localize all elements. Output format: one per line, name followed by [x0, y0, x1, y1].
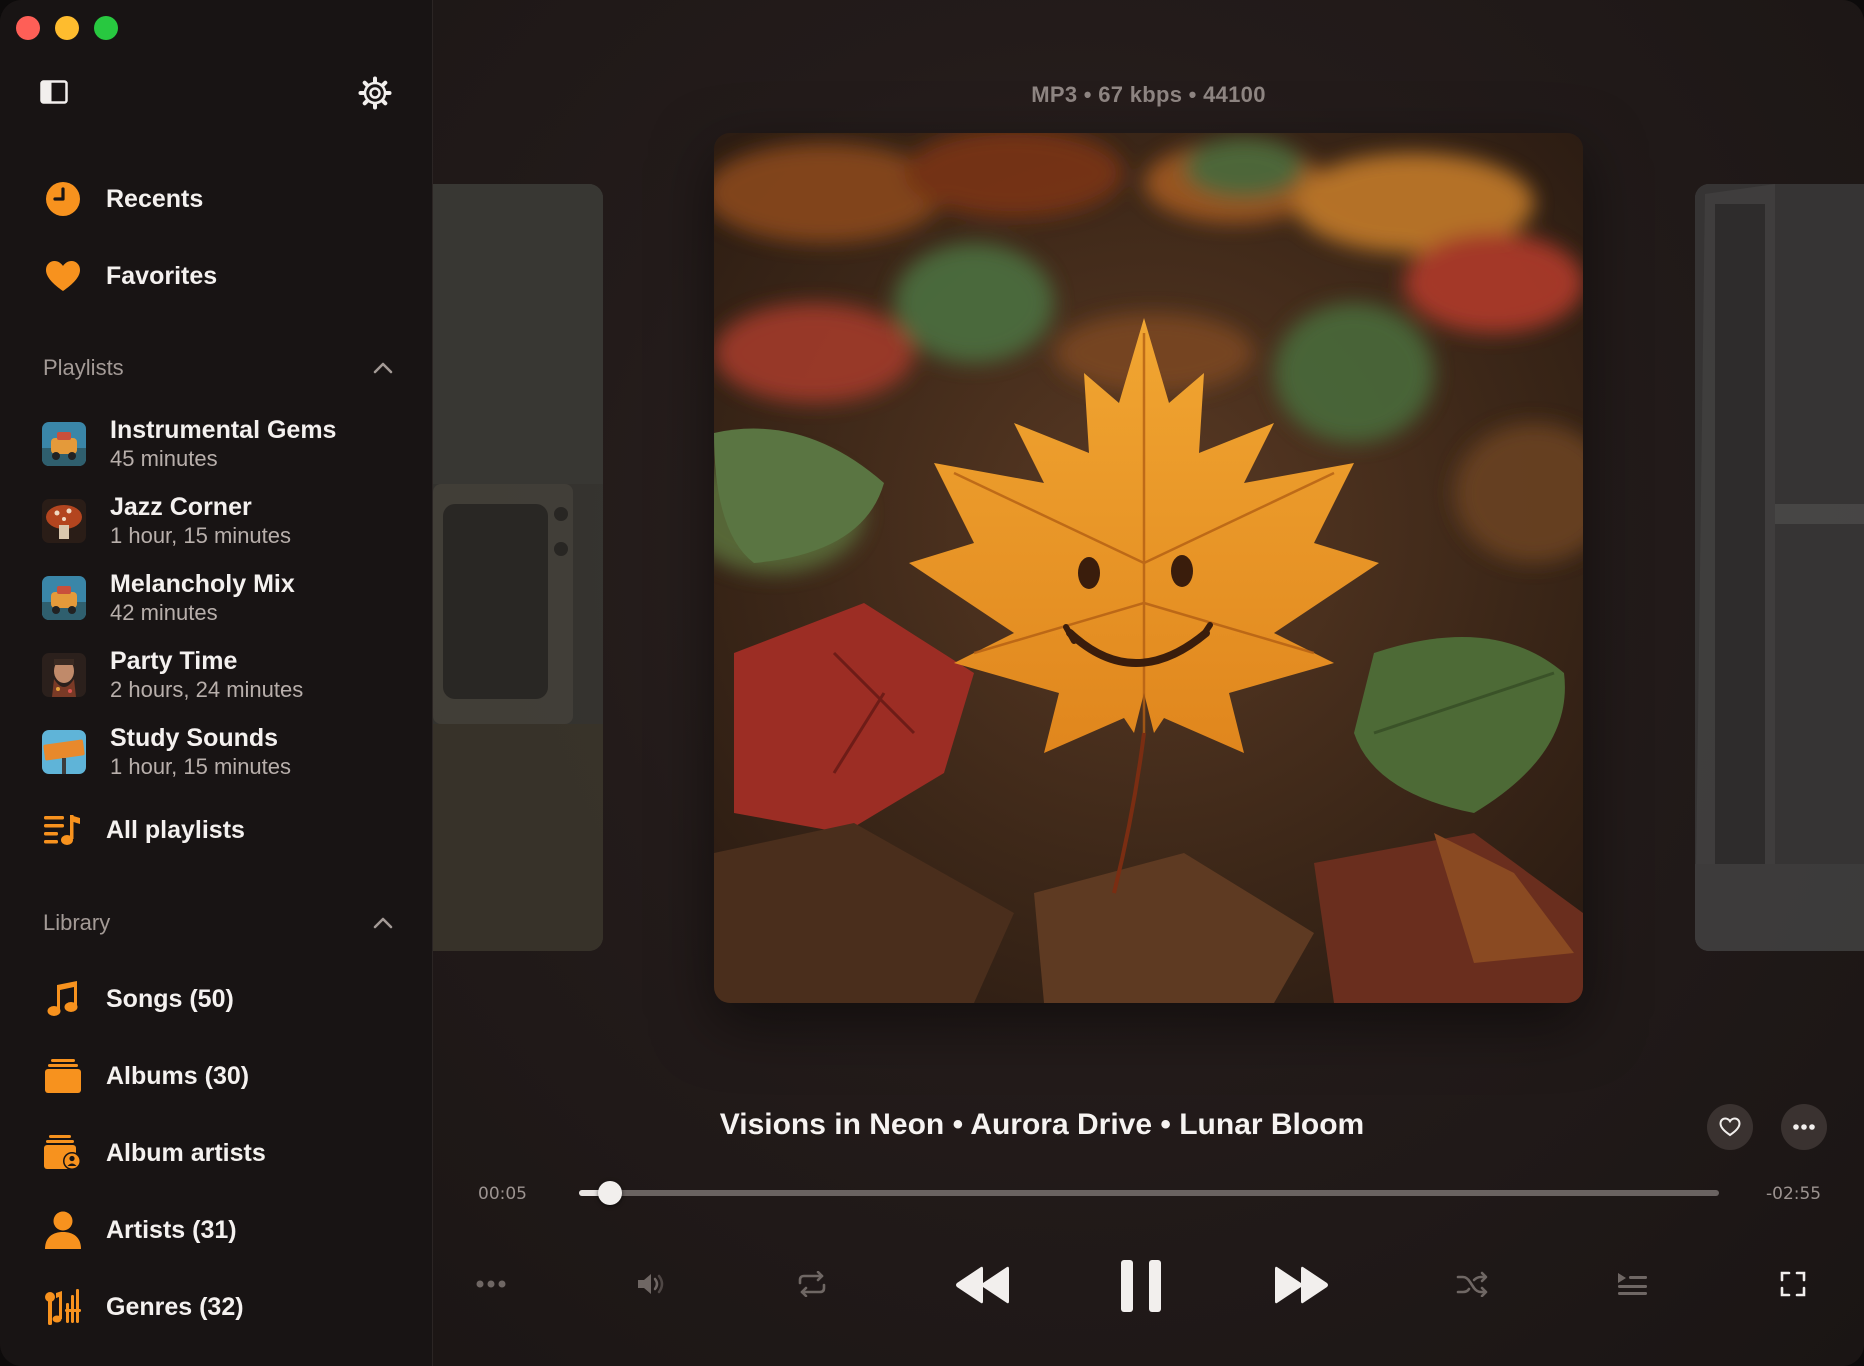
- speaker-icon: [638, 1274, 664, 1294]
- previous-album-artwork[interactable]: [433, 184, 603, 951]
- playlist-artwork: [42, 730, 86, 774]
- fullscreen-button[interactable]: [1771, 1262, 1815, 1306]
- shuffle-button[interactable]: [1450, 1262, 1494, 1306]
- chevron-up-icon: [373, 917, 393, 929]
- library-item-genres[interactable]: Genres (32): [42, 1282, 244, 1332]
- more-options-button[interactable]: [1781, 1104, 1827, 1150]
- playlist-duration: 2 hours, 24 minutes: [110, 677, 304, 702]
- progress-handle[interactable]: [597, 1181, 622, 1205]
- fast-forward-icon: [1275, 1266, 1328, 1304]
- playlist-item[interactable]: Study Sounds 1 hour, 15 minutes: [42, 716, 291, 788]
- sidebar: Recents Favorites Playlists Instrumental…: [0, 0, 433, 1366]
- chevron-up-icon: [373, 362, 393, 374]
- remaining-time: -02:55: [1766, 1184, 1822, 1204]
- favorite-button[interactable]: [1707, 1104, 1753, 1150]
- nav-label: Songs (50): [106, 984, 234, 1013]
- clock-icon: [42, 178, 84, 220]
- section-title: Playlists: [43, 355, 124, 380]
- genres-icon: [42, 1286, 84, 1328]
- playlist-list-icon: [42, 809, 84, 851]
- minimize-window-button[interactable]: [55, 16, 79, 40]
- nav-label: Albums (30): [106, 1061, 250, 1090]
- playlist-duration: 42 minutes: [110, 600, 218, 625]
- nav-label: Favorites: [106, 261, 218, 290]
- playlist-item[interactable]: Jazz Corner 1 hour, 15 minutes: [42, 485, 291, 557]
- track-title: Visions in Neon • Aurora Drive • Lunar B…: [719, 1108, 1365, 1141]
- library-item-albums[interactable]: Albums (30): [42, 1051, 249, 1101]
- progress-bar[interactable]: [579, 1181, 1719, 1205]
- format-info: MP3 • 67 kbps • 44100: [1031, 82, 1266, 107]
- playlist-name: Study Sounds: [110, 724, 279, 752]
- now-playing-panel: MP3 • 67 kbps • 44100 Visions in Neon • …: [433, 0, 1864, 1366]
- volume-button[interactable]: [629, 1262, 673, 1306]
- shuffle-icon: [1456, 1271, 1488, 1297]
- app-window: Recents Favorites Playlists Instrumental…: [0, 0, 1864, 1366]
- playlist-name: Jazz Corner: [110, 493, 252, 521]
- album-artist-icon: [42, 1132, 84, 1174]
- next-track-button[interactable]: [1271, 1258, 1333, 1312]
- heart-outline-icon: [1719, 1117, 1741, 1137]
- gear-icon[interactable]: [358, 76, 392, 110]
- fullscreen-icon: [1780, 1271, 1806, 1297]
- close-window-button[interactable]: [16, 16, 40, 40]
- ellipsis-icon: [1793, 1124, 1815, 1130]
- zoom-window-button[interactable]: [94, 16, 118, 40]
- repeat-button[interactable]: [790, 1262, 834, 1306]
- album-artwork[interactable]: [714, 133, 1583, 1003]
- library-item-artists[interactable]: Artists (31): [42, 1205, 237, 1255]
- pause-button[interactable]: [1110, 1256, 1172, 1316]
- ellipsis-icon: [476, 1280, 506, 1288]
- playlist-item[interactable]: Melancholy Mix 42 minutes: [42, 562, 295, 634]
- previous-track-button[interactable]: [951, 1258, 1013, 1312]
- rewind-icon: [956, 1266, 1009, 1304]
- library-section-header[interactable]: Library: [43, 903, 393, 943]
- playlist-artwork: [42, 576, 86, 620]
- playlist-duration: 45 minutes: [110, 446, 218, 471]
- section-title: Library: [43, 910, 111, 935]
- playlist-item[interactable]: Party Time 2 hours, 24 minutes: [42, 639, 303, 711]
- playlist-name: Party Time: [110, 647, 238, 675]
- queue-button[interactable]: [1610, 1262, 1654, 1306]
- playlist-artwork: [42, 653, 86, 697]
- playlist-name: Melancholy Mix: [110, 570, 295, 598]
- playlist-artwork: [42, 499, 86, 543]
- playlist-artwork: [42, 422, 86, 466]
- window-controls: [16, 16, 118, 40]
- playlists-section-header[interactable]: Playlists: [43, 348, 393, 388]
- heart-icon: [42, 255, 84, 297]
- music-note-icon: [42, 978, 84, 1020]
- person-icon: [42, 1209, 84, 1251]
- nav-label: Album artists: [106, 1138, 266, 1167]
- elapsed-time: 00:05: [478, 1184, 527, 1204]
- playlist-duration: 1 hour, 15 minutes: [110, 754, 292, 779]
- playlist-item[interactable]: Instrumental Gems 45 minutes: [42, 408, 336, 480]
- playlist-duration: 1 hour, 15 minutes: [110, 523, 292, 548]
- nav-label: Artists (31): [106, 1215, 237, 1244]
- next-album-artwork[interactable]: [1695, 184, 1864, 951]
- pause-icon: [1121, 1260, 1161, 1312]
- sidebar-toggle-icon[interactable]: [40, 80, 68, 104]
- albums-icon: [42, 1055, 84, 1097]
- library-item-album-artists[interactable]: Album artists: [42, 1128, 266, 1178]
- nav-item-favorites[interactable]: Favorites: [42, 251, 217, 301]
- nav-label: All playlists: [106, 815, 245, 844]
- playlist-name: Instrumental Gems: [110, 416, 337, 444]
- repeat-icon: [798, 1271, 826, 1297]
- nav-item-recents[interactable]: Recents: [42, 174, 203, 224]
- queue-icon: [1618, 1273, 1647, 1295]
- nav-label: Recents: [106, 184, 204, 213]
- more-controls-button[interactable]: [469, 1262, 513, 1306]
- nav-item-all-playlists[interactable]: All playlists: [42, 805, 245, 855]
- nav-label: Genres (32): [106, 1292, 244, 1321]
- library-item-songs[interactable]: Songs (50): [42, 974, 234, 1024]
